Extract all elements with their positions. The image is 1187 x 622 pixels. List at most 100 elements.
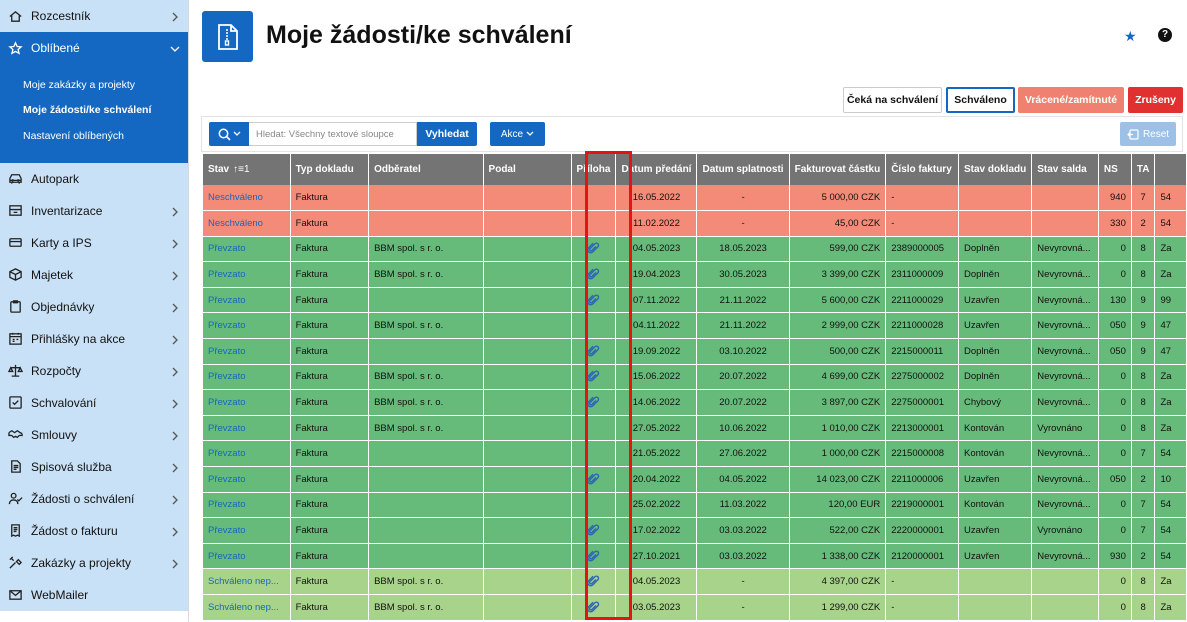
- column-header[interactable]: Typ dokladu: [290, 154, 370, 185]
- table-row[interactable]: Převzato Faktura BBM spol. s r. o. 19.04.20…: [203, 261, 1187, 288]
- cell-priloha[interactable]: [571, 364, 617, 391]
- column-header[interactable]: [1154, 154, 1187, 185]
- table-row[interactable]: Převzato Faktura 21.05.2022 27.06.2022 1 000…: [203, 440, 1187, 468]
- attachment-icon[interactable]: [587, 473, 600, 485]
- table-row[interactable]: Převzato Faktura 07.11.2022 21.11.2022 5 600…: [203, 287, 1187, 314]
- attachment-icon[interactable]: [587, 575, 600, 587]
- column-header[interactable]: Stav dokladu: [958, 154, 1033, 185]
- cell-stav[interactable]: Převzato: [203, 466, 291, 493]
- favorite-link[interactable]: Nastavení oblíbených: [0, 123, 188, 149]
- cell-stav[interactable]: Převzato: [203, 440, 291, 468]
- table-row[interactable]: Převzato Faktura BBM spol. s r. o. 27.05.20…: [203, 415, 1187, 442]
- favorite-link[interactable]: Moje zakázky a projekty: [0, 72, 188, 98]
- cell-stav[interactable]: Převzato: [203, 517, 291, 544]
- cell-stav[interactable]: Převzato: [203, 287, 291, 314]
- table-row[interactable]: Převzato Faktura BBM spol. s r. o. 04.05.20…: [203, 236, 1187, 263]
- cell-stav[interactable]: Schváleno nep...: [203, 594, 291, 621]
- attachment-icon[interactable]: [587, 550, 600, 562]
- cell-priloha[interactable]: [571, 517, 617, 544]
- cell-stav[interactable]: Převzato: [203, 236, 291, 263]
- sidebar-item-zadosti-o-schvaleni[interactable]: Žádosti o schválení: [0, 482, 188, 515]
- cell-stav[interactable]: Převzato: [203, 338, 291, 365]
- table-row[interactable]: Převzato Faktura 25.02.2022 11.03.2022 120,0…: [203, 492, 1187, 519]
- table-row[interactable]: Převzato Faktura 17.02.2022 03.03.2022 522,0…: [203, 517, 1187, 544]
- attachment-icon[interactable]: [587, 268, 600, 280]
- column-header[interactable]: Datum předání: [615, 154, 698, 185]
- cell-stav[interactable]: Schváleno nep...: [203, 568, 291, 595]
- sidebar-item-zakazky-a-projekty[interactable]: Zakázky a projekty: [0, 546, 188, 579]
- search-button[interactable]: Vyhledat: [417, 122, 477, 146]
- cell-priloha[interactable]: [571, 338, 617, 365]
- attachment-icon[interactable]: [587, 345, 600, 357]
- sidebar-item-autopark[interactable]: Autopark: [0, 162, 188, 195]
- sidebar-item-oblibene[interactable]: Oblíbené: [0, 32, 188, 64]
- tab-vracene-zamitnute[interactable]: Vrácené/zamítnuté: [1018, 87, 1124, 113]
- cell-priloha[interactable]: [571, 568, 617, 595]
- table-row[interactable]: Převzato Faktura 19.09.2022 03.10.2022 500,0…: [203, 338, 1187, 365]
- table-row[interactable]: Převzato Faktura BBM spol. s r. o. 04.11.20…: [203, 312, 1187, 340]
- column-header[interactable]: Podal: [483, 154, 572, 185]
- sidebar-item-inventarizace[interactable]: Inventarizace: [0, 194, 188, 227]
- column-header[interactable]: Fakturovat částku: [789, 154, 887, 185]
- cell-stav[interactable]: Převzato: [203, 261, 291, 288]
- column-header[interactable]: Odběratel: [368, 154, 484, 185]
- tab-zruseny[interactable]: Zrušeny: [1128, 87, 1183, 113]
- sidebar-item-schvalovani[interactable]: Schvalování: [0, 386, 188, 419]
- cell-priloha[interactable]: [571, 236, 617, 263]
- cell-priloha[interactable]: [571, 287, 617, 314]
- sidebar-item-prihlasky-na-akce[interactable]: Přihlášky na akce: [0, 322, 188, 355]
- table-row[interactable]: Neschváleno Faktura 11.02.2022-45,00 CZK -3…: [203, 210, 1187, 237]
- cell-priloha[interactable]: [571, 261, 617, 288]
- favorite-link[interactable]: Moje žádosti/ke schválení: [0, 98, 188, 124]
- table-row[interactable]: Neschváleno Faktura 16.05.2022-5 000,00 CZ…: [203, 185, 1187, 212]
- column-header[interactable]: Datum splatnosti: [696, 154, 790, 185]
- cell-priloha[interactable]: [571, 594, 617, 621]
- table-row[interactable]: Schváleno nep... Faktura BBM spol. s r. o.…: [203, 594, 1187, 621]
- help-icon[interactable]: ?: [1158, 28, 1172, 42]
- sidebar-item-rozpocty[interactable]: Rozpočty: [0, 354, 188, 387]
- table-row[interactable]: Převzato Faktura 20.04.2022 04.05.2022 14 02…: [203, 466, 1187, 493]
- cell-stav[interactable]: Převzato: [203, 543, 291, 570]
- column-header[interactable]: Příloha: [571, 154, 617, 185]
- sidebar-item-webmailer[interactable]: WebMailer: [0, 578, 188, 611]
- attachment-icon[interactable]: [587, 524, 600, 536]
- sidebar-item-rozcestnik[interactable]: Rozcestník: [0, 0, 188, 32]
- cell-stav[interactable]: Převzato: [203, 492, 291, 519]
- table-row[interactable]: Převzato Faktura 27.10.2021 03.03.2022 1 338…: [203, 543, 1187, 570]
- sidebar-item-majetek[interactable]: Majetek: [0, 258, 188, 291]
- attachment-icon[interactable]: [587, 370, 600, 382]
- cell-stav[interactable]: Neschváleno: [203, 210, 291, 237]
- table-row[interactable]: Schváleno nep... Faktura BBM spol. s r. o.…: [203, 568, 1187, 595]
- sidebar-item-smlouvy[interactable]: Smlouvy: [0, 418, 188, 451]
- tab-schvaleno[interactable]: Schváleno: [946, 87, 1015, 113]
- cell-priloha[interactable]: [571, 543, 617, 570]
- cell-stav[interactable]: Neschváleno: [203, 185, 291, 212]
- cell-stav[interactable]: Převzato: [203, 312, 291, 340]
- cell-stav[interactable]: Převzato: [203, 364, 291, 391]
- sidebar-item-spisova-sluzba[interactable]: Spisová služba: [0, 450, 188, 483]
- column-header[interactable]: TA: [1131, 154, 1156, 185]
- attachment-icon[interactable]: [587, 243, 600, 255]
- sidebar-item-karty-a-ips[interactable]: Karty a IPS: [0, 226, 188, 259]
- favorite-star-icon[interactable]: ★: [1124, 29, 1138, 43]
- column-header[interactable]: NS: [1098, 154, 1132, 185]
- cell-priloha[interactable]: [571, 466, 617, 493]
- actions-menu-button[interactable]: Akce: [490, 122, 545, 146]
- column-header[interactable]: Číslo faktury: [885, 154, 959, 185]
- search-input[interactable]: [249, 122, 417, 146]
- cell-stav[interactable]: Převzato: [203, 389, 291, 416]
- column-header[interactable]: Stav salda: [1031, 154, 1099, 185]
- table-row[interactable]: Převzato Faktura BBM spol. s r. o. 14.06.20…: [203, 389, 1187, 416]
- tab-ceka-na-schvaleni[interactable]: Čeká na schválení: [843, 87, 942, 113]
- cell-priloha[interactable]: [571, 389, 617, 416]
- cell-stav[interactable]: Převzato: [203, 415, 291, 442]
- sidebar-item-objednavky[interactable]: Objednávky: [0, 290, 188, 323]
- search-column-selector[interactable]: [209, 122, 249, 146]
- column-header[interactable]: Stav ↑≡1: [203, 154, 291, 185]
- attachment-icon[interactable]: [587, 396, 600, 408]
- reset-button[interactable]: Reset: [1120, 122, 1176, 146]
- table-row[interactable]: Převzato Faktura BBM spol. s r. o. 15.06.20…: [203, 364, 1187, 391]
- sidebar-item-zadost-o-fakturu[interactable]: Žádost o fakturu: [0, 514, 188, 547]
- attachment-icon[interactable]: [587, 294, 600, 306]
- attachment-icon[interactable]: [587, 601, 600, 613]
